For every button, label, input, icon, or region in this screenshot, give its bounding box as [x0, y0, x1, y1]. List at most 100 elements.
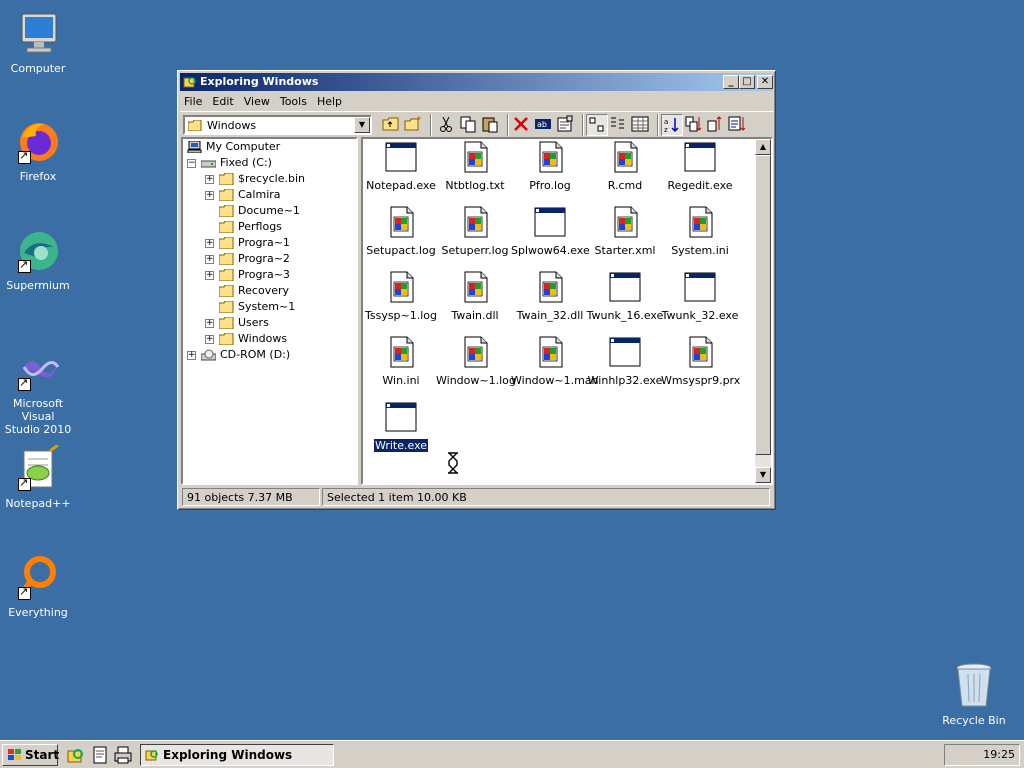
- tree-item[interactable]: System~1: [183, 299, 356, 315]
- scroll-down-button[interactable]: ▼: [755, 467, 771, 483]
- collapse-icon[interactable]: −: [187, 159, 196, 168]
- desktop-icon-supermium[interactable]: Supermium: [0, 227, 78, 292]
- file-item[interactable]: Twain_32.dll: [510, 271, 590, 322]
- details-view-button[interactable]: [630, 114, 652, 136]
- address-combo[interactable]: Windows ▼: [183, 115, 372, 135]
- expand-icon[interactable]: +: [205, 239, 214, 248]
- up-folder-button[interactable]: [381, 114, 403, 136]
- desktop-icon-recycle-bin[interactable]: Recycle Bin: [934, 662, 1014, 727]
- svg-text:z: z: [664, 126, 668, 134]
- minimize-button[interactable]: _: [723, 75, 739, 89]
- desktop-icon-computer[interactable]: Computer: [0, 10, 78, 75]
- file-item[interactable]: Write.exe: [363, 401, 441, 453]
- expand-icon[interactable]: +: [205, 255, 214, 264]
- folder-tree[interactable]: My Computer − Fixed (C:) + $recycle.bin + Calm…: [181, 137, 358, 485]
- sort-date-button[interactable]: [727, 114, 749, 136]
- expand-icon[interactable]: +: [205, 271, 214, 280]
- file-item[interactable]: Splwow64.exe: [510, 206, 590, 257]
- file-item[interactable]: Window~1.log: [435, 336, 516, 387]
- expand-icon[interactable]: +: [205, 335, 214, 344]
- quicklaunch-printer[interactable]: [113, 745, 133, 765]
- delete-button[interactable]: [511, 114, 533, 136]
- desktop-icon-firefox[interactable]: Firefox: [0, 118, 78, 183]
- sort-size-button[interactable]: [705, 114, 727, 136]
- file-item[interactable]: R.cmd: [585, 141, 665, 192]
- expand-icon[interactable]: +: [205, 191, 214, 200]
- menu-help[interactable]: Help: [313, 93, 348, 108]
- menu-edit[interactable]: Edit: [208, 93, 239, 108]
- taskbar-item-exploring-windows[interactable]: Exploring Windows: [140, 744, 334, 766]
- expand-icon[interactable]: +: [205, 175, 214, 184]
- maximize-button[interactable]: □: [739, 75, 755, 89]
- explorer-window[interactable]: Exploring Windows _ □ ✕ File Edit View Tool…: [177, 70, 776, 510]
- file-item[interactable]: Twain.dll: [435, 271, 515, 322]
- menu-file[interactable]: File: [180, 93, 208, 108]
- file-item[interactable]: Twunk_16.exe: [585, 271, 665, 322]
- new-folder-button[interactable]: [403, 114, 425, 136]
- toolbar-separator: [430, 114, 432, 136]
- list-view-button[interactable]: [608, 114, 630, 136]
- tree-item[interactable]: − Fixed (C:): [183, 155, 356, 171]
- tree-item[interactable]: + Progra~1: [183, 235, 356, 251]
- quicklaunch-notepad[interactable]: [90, 745, 110, 765]
- file-item[interactable]: Ntbtlog.txt: [435, 141, 515, 192]
- file-item[interactable]: Tssysp~1.log: [363, 271, 441, 322]
- rename-button[interactable]: ab: [533, 114, 555, 136]
- file-item[interactable]: Pfro.log: [510, 141, 590, 192]
- tree-item[interactable]: + Users: [183, 315, 356, 331]
- tree-item[interactable]: + Progra~2: [183, 251, 356, 267]
- system-tray-clock[interactable]: 19:25: [944, 744, 1020, 766]
- file-item[interactable]: Notepad.exe: [363, 141, 441, 192]
- svg-text:ab: ab: [537, 120, 547, 129]
- file-item[interactable]: Twunk_32.exe: [660, 271, 740, 322]
- paste-button[interactable]: [480, 114, 502, 136]
- large-icons-button[interactable]: [586, 114, 608, 136]
- copy-button[interactable]: [458, 114, 480, 136]
- file-item[interactable]: System.ini: [660, 206, 740, 257]
- shortcut-arrow-icon: [18, 376, 31, 391]
- taskbar-item-label: Exploring Windows: [163, 748, 293, 762]
- file-list[interactable]: ▲ ▼ Notepad.exe Ntbtlog.txt Pfro.log R.cmd R…: [361, 137, 773, 485]
- file-item[interactable]: Setuperr.log: [435, 206, 515, 257]
- file-item[interactable]: Window~1.man: [510, 336, 599, 387]
- file-item[interactable]: Starter.xml: [585, 206, 665, 257]
- file-name: Tssysp~1.log: [364, 309, 438, 322]
- sort-name-button[interactable]: az: [661, 114, 683, 136]
- scroll-thumb[interactable]: [755, 155, 771, 455]
- expand-icon[interactable]: +: [205, 319, 214, 328]
- expand-icon[interactable]: +: [187, 351, 196, 360]
- desktop-icon-notepadpp[interactable]: Notepad++: [0, 443, 78, 510]
- quicklaunch-explorer[interactable]: [66, 745, 86, 765]
- document-icon: [390, 206, 414, 238]
- desktop-icon-visual-studio[interactable]: Microsoft Visual Studio 2010: [0, 345, 78, 436]
- scroll-up-button[interactable]: ▲: [755, 139, 771, 155]
- close-button[interactable]: ✕: [757, 75, 773, 89]
- properties-button[interactable]: [555, 114, 577, 136]
- file-item[interactable]: Wmsyspr9.prx: [660, 336, 740, 387]
- file-item[interactable]: Win.ini: [363, 336, 441, 387]
- title-bar[interactable]: Exploring Windows _ □ ✕: [180, 73, 773, 91]
- tree-item[interactable]: Recovery: [183, 283, 356, 299]
- start-button[interactable]: Start: [2, 744, 59, 766]
- vertical-scrollbar[interactable]: ▲ ▼: [755, 139, 771, 483]
- drive-icon: [201, 160, 216, 168]
- menu-tools[interactable]: Tools: [276, 93, 313, 108]
- sort-type-button[interactable]: [683, 114, 705, 136]
- tree-item[interactable]: Perflogs: [183, 219, 356, 235]
- file-name: Regedit.exe: [667, 179, 733, 192]
- tree-item[interactable]: My Computer: [183, 139, 356, 155]
- tree-item[interactable]: Docume~1: [183, 203, 356, 219]
- desktop-icon-everything[interactable]: Everything: [0, 554, 78, 619]
- tree-item[interactable]: + Windows: [183, 331, 356, 347]
- chevron-down-icon[interactable]: ▼: [354, 117, 370, 133]
- file-name: Notepad.exe: [366, 179, 436, 192]
- file-item[interactable]: Winhlp32.exe: [585, 336, 665, 387]
- tree-item[interactable]: + Calmira: [183, 187, 356, 203]
- tree-item[interactable]: + $recycle.bin: [183, 171, 356, 187]
- file-item[interactable]: Regedit.exe: [660, 141, 740, 192]
- file-item[interactable]: Setupact.log: [363, 206, 441, 257]
- tree-item[interactable]: + CD-ROM (D:): [183, 347, 356, 363]
- menu-view[interactable]: View: [240, 93, 276, 108]
- tree-item[interactable]: + Progra~3: [183, 267, 356, 283]
- cut-button[interactable]: [436, 114, 458, 136]
